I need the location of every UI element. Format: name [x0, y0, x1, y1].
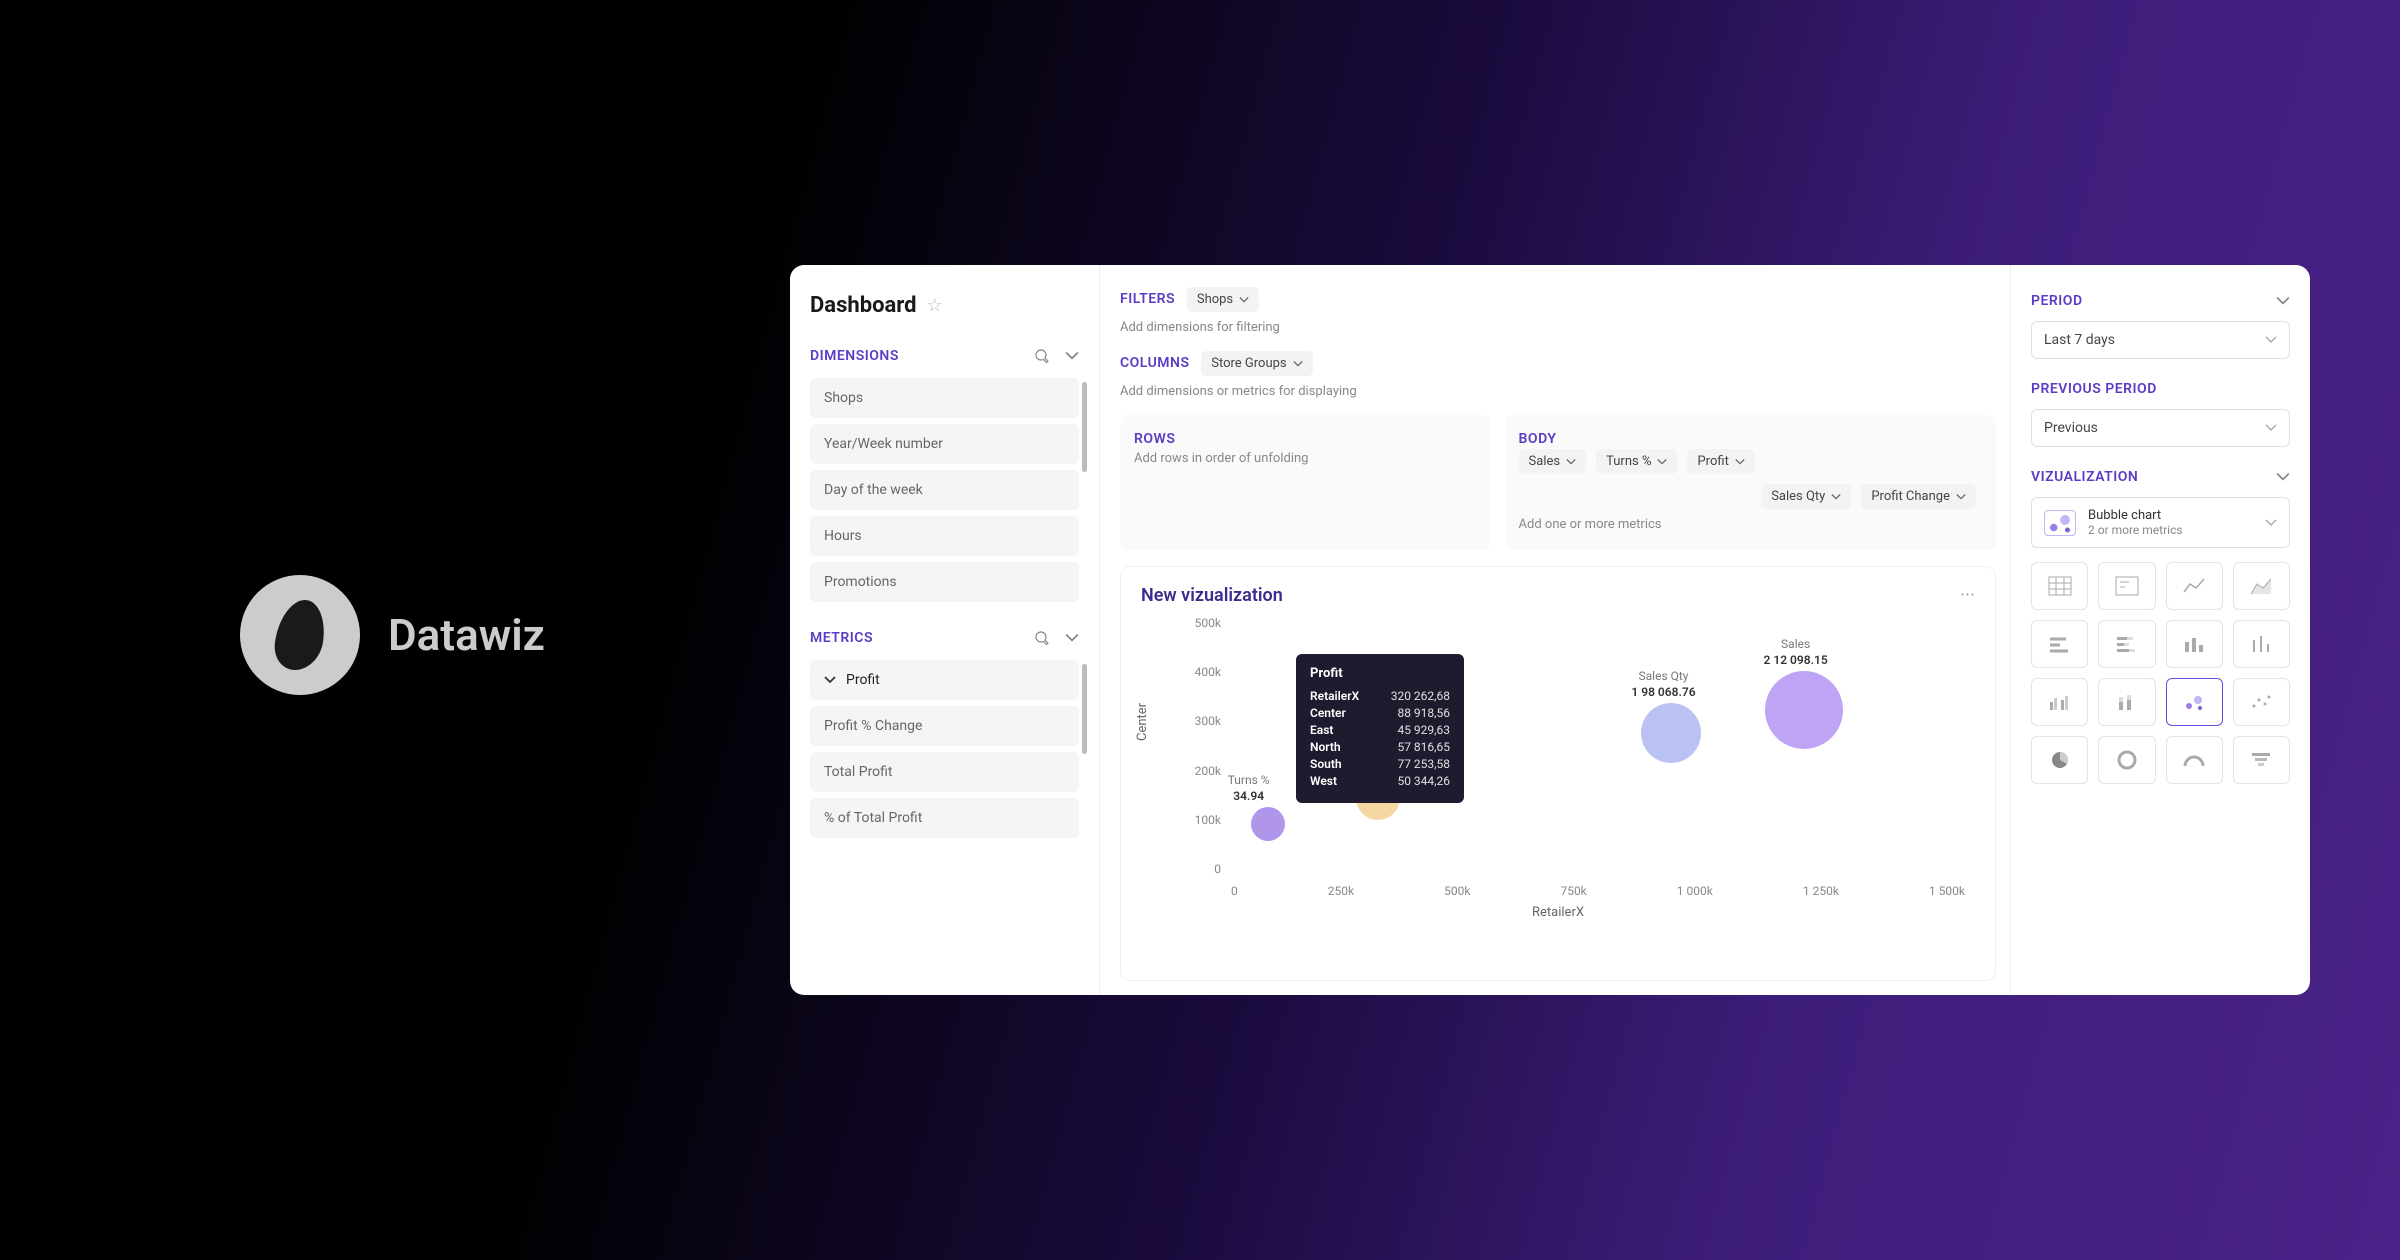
- left-panel: Dashboard ☆ DIMENSIONS Shops Year/Week n…: [790, 265, 1100, 995]
- viz-line-icon[interactable]: [2166, 562, 2223, 610]
- chevron-down-icon: [1566, 457, 1576, 467]
- page-title: Dashboard: [810, 293, 917, 318]
- logo-mark: [240, 575, 360, 695]
- body-chip[interactable]: Profit: [1687, 449, 1754, 474]
- metrics-header: METRICS: [810, 630, 1079, 646]
- body-chip[interactable]: Sales Qty: [1761, 484, 1851, 509]
- bubble-chart-icon: [2044, 510, 2076, 536]
- search-icon[interactable]: [1035, 631, 1049, 645]
- viz-bubble-icon[interactable]: [2166, 678, 2223, 726]
- rows-config: ROWS Add rows in order of unfolding: [1120, 415, 1491, 550]
- viz-stacked-bar-icon[interactable]: [2098, 678, 2155, 726]
- dimension-item[interactable]: Shops: [810, 378, 1079, 418]
- columns-row: COLUMNS Store Groups Add dimensions or m…: [1120, 351, 1996, 399]
- chevron-down-icon[interactable]: [1065, 631, 1079, 645]
- viz-bar-icon[interactable]: [2166, 620, 2223, 668]
- chart-menu-icon[interactable]: ⋯: [1960, 585, 1977, 603]
- viz-grouped-bar-icon[interactable]: [2031, 678, 2088, 726]
- x-axis-ticks: 0 250k 500k 750k 1 000k 1 250k 1 500k: [1231, 884, 1965, 898]
- chevron-down-icon: [1657, 457, 1667, 467]
- body-chip[interactable]: Turns %: [1596, 449, 1677, 474]
- period-select[interactable]: Last 7 days: [2031, 321, 2290, 359]
- viz-column-icon[interactable]: [2233, 620, 2290, 668]
- chevron-down-icon: [2265, 519, 2277, 527]
- viz-area-icon[interactable]: [2233, 562, 2290, 610]
- scrollbar[interactable]: [1082, 382, 1087, 472]
- chart-bubble[interactable]: [1641, 703, 1701, 763]
- viz-stacked-hbar-icon[interactable]: [2098, 620, 2155, 668]
- chart-plot: Center 500k 400k 300k 200k 100k 0 Turns …: [1141, 616, 1975, 906]
- visualization-grid: [2031, 562, 2290, 784]
- dimension-item[interactable]: Promotions: [810, 562, 1079, 602]
- previous-period-select[interactable]: Previous: [2031, 409, 2290, 447]
- search-icon[interactable]: [1035, 349, 1049, 363]
- dimension-item[interactable]: Day of the week: [810, 470, 1079, 510]
- bubble-label: Sales Qty1 98 068.76: [1631, 669, 1695, 699]
- chart-title: New vizualization: [1141, 585, 1975, 606]
- brand-logo: Datawiz: [240, 575, 545, 695]
- brand-name: Datawiz: [388, 609, 545, 661]
- y-axis-ticks: 500k 400k 300k 200k 100k 0: [1171, 616, 1221, 876]
- visualization-header: VIZUALIZATION: [2031, 469, 2290, 485]
- dimensions-header: DIMENSIONS: [810, 348, 1079, 364]
- body-chip[interactable]: Sales: [1519, 449, 1587, 474]
- filter-chip[interactable]: Shops: [1187, 287, 1259, 312]
- viz-pie-icon[interactable]: [2031, 736, 2088, 784]
- metric-item[interactable]: Profit: [810, 660, 1079, 700]
- column-chip[interactable]: Store Groups: [1201, 351, 1312, 376]
- viz-scatter-icon[interactable]: [2233, 678, 2290, 726]
- metrics-list: Profit Profit % Change Total Profit % of…: [810, 660, 1079, 838]
- chevron-down-icon: [1956, 492, 1966, 502]
- viz-horizontal-bar-icon[interactable]: [2031, 620, 2088, 668]
- dimension-item[interactable]: Year/Week number: [810, 424, 1079, 464]
- visualization-selected[interactable]: Bubble chart 2 or more metrics: [2031, 497, 2290, 548]
- app-window: Dashboard ☆ DIMENSIONS Shops Year/Week n…: [790, 265, 2310, 995]
- chevron-down-icon[interactable]: [2276, 470, 2290, 484]
- scrollbar[interactable]: [1082, 664, 1087, 754]
- chevron-down-icon: [1735, 457, 1745, 467]
- previous-period-header: PREVIOUS PERIOD: [2031, 381, 2290, 397]
- dimension-item[interactable]: Hours: [810, 516, 1079, 556]
- favorite-icon[interactable]: ☆: [927, 295, 943, 316]
- filters-row: FILTERS Shops Add dimensions for filteri…: [1120, 287, 1996, 335]
- chevron-down-icon: [1831, 492, 1841, 502]
- chevron-down-icon: [1239, 295, 1249, 305]
- viz-funnel-icon[interactable]: [2233, 736, 2290, 784]
- chevron-down-icon[interactable]: [2276, 294, 2290, 308]
- chevron-down-icon: [2265, 422, 2277, 434]
- chart-tooltip: Profit RetailerX320 262,68 Center88 918,…: [1296, 654, 1464, 803]
- body-chip[interactable]: Profit Change: [1861, 484, 1976, 509]
- chevron-down-icon[interactable]: [1065, 349, 1079, 363]
- chart-bubble[interactable]: [1251, 807, 1285, 841]
- viz-table-icon[interactable]: [2031, 562, 2088, 610]
- bubble-label: Sales2 12 098.15: [1764, 637, 1828, 667]
- body-config: BODY Sales Turns % Profit Sales Qty Prof…: [1505, 415, 1996, 550]
- chart-bubble[interactable]: [1765, 671, 1843, 749]
- chevron-down-icon: [824, 676, 836, 684]
- dimensions-list: Shops Year/Week number Day of the week H…: [810, 378, 1079, 602]
- viz-card-icon[interactable]: [2098, 562, 2155, 610]
- viz-gauge-icon[interactable]: [2166, 736, 2223, 784]
- right-panel: PERIOD Last 7 days PREVIOUS PERIOD Previ…: [2010, 265, 2310, 995]
- period-header: PERIOD: [2031, 293, 2290, 309]
- main-panel: FILTERS Shops Add dimensions for filteri…: [1100, 265, 2010, 995]
- viz-donut-icon[interactable]: [2098, 736, 2155, 784]
- metric-item[interactable]: Total Profit: [810, 752, 1079, 792]
- chevron-down-icon: [1293, 359, 1303, 369]
- metric-item[interactable]: % of Total Profit: [810, 798, 1079, 838]
- visualization-card: New vizualization ⋯ Center 500k 400k 300…: [1120, 566, 1996, 981]
- bubble-label: Turns %34.94: [1228, 773, 1270, 803]
- chevron-down-icon: [2265, 334, 2277, 346]
- metric-item[interactable]: Profit % Change: [810, 706, 1079, 746]
